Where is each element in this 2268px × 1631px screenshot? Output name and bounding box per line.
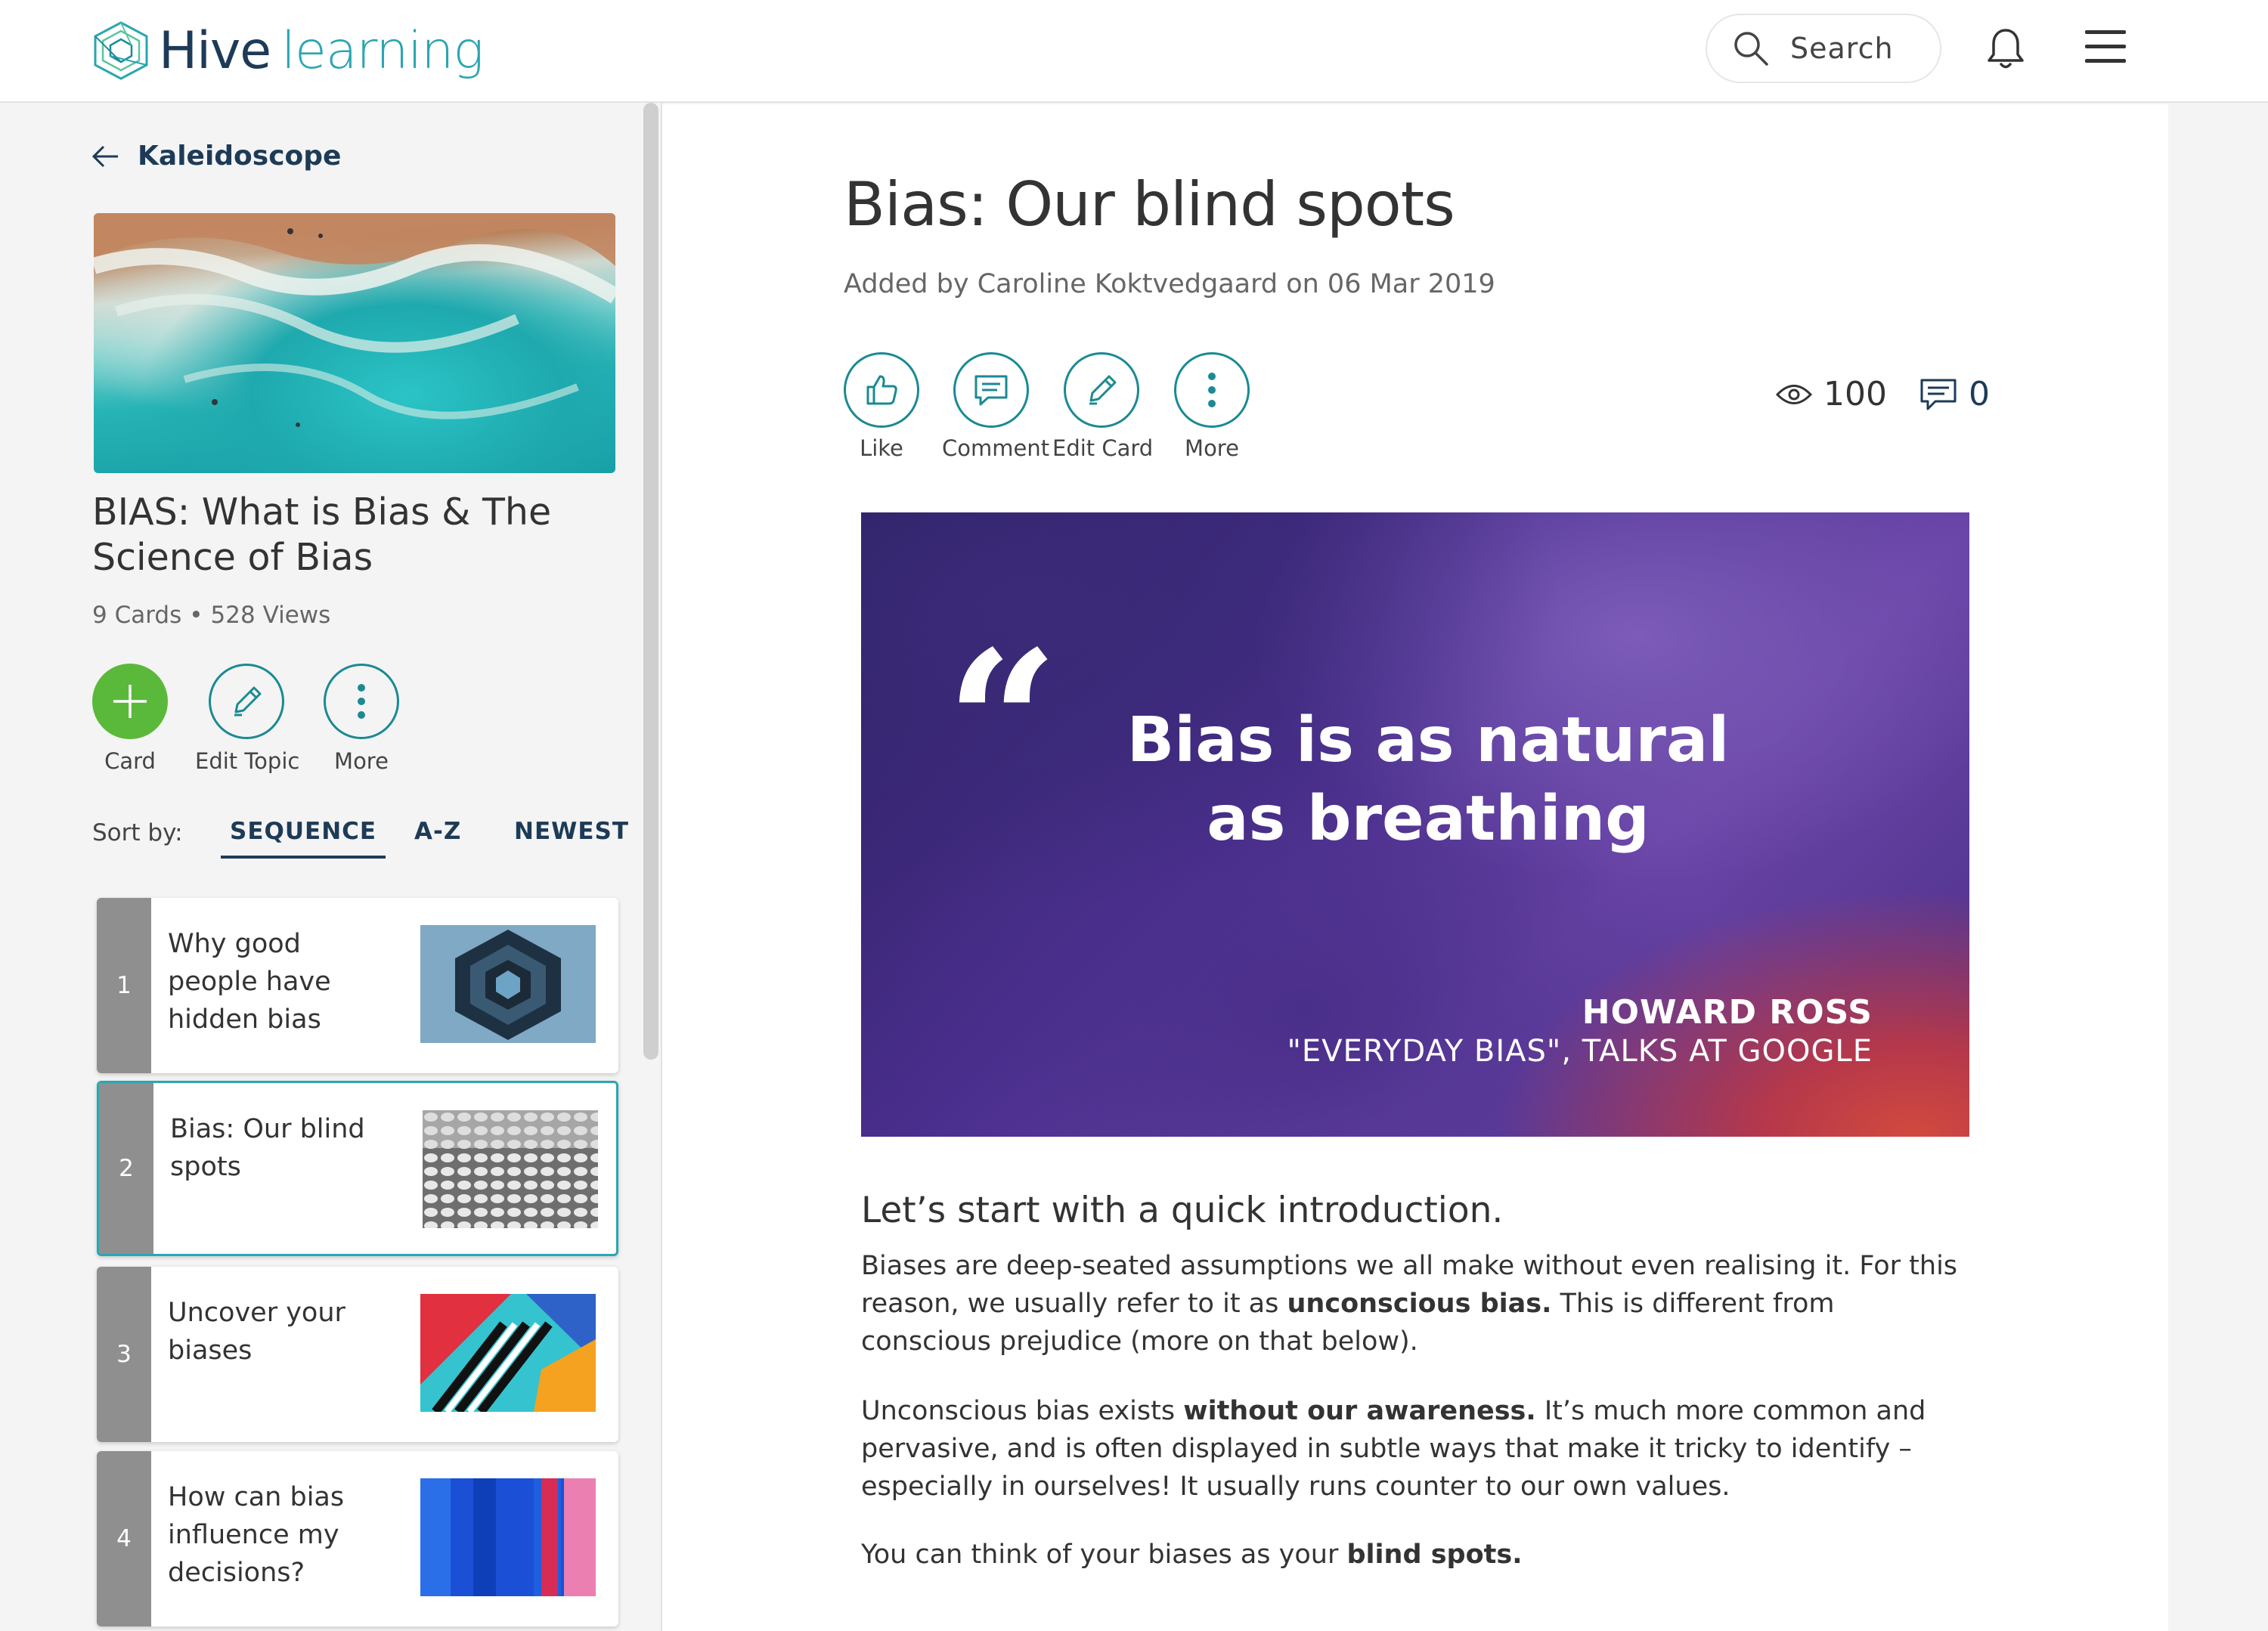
architecture-discs-illustration bbox=[423, 1110, 598, 1228]
body-paragraph-3: You can think of your biases as your bli… bbox=[861, 1540, 1523, 1570]
pencil-icon bbox=[1089, 375, 1117, 405]
card-number: 1 bbox=[97, 898, 151, 1073]
card-more-button[interactable]: More bbox=[1174, 352, 1250, 461]
search-icon bbox=[1734, 32, 1768, 66]
comment-count-icon bbox=[1920, 379, 1957, 410]
pencil-icon bbox=[234, 686, 262, 716]
quote-hero-image: “ Bias is as natural as breathing HOWARD… bbox=[861, 512, 1969, 1137]
card-title: Bias: Our blind spots bbox=[170, 1114, 365, 1182]
edit-card-label: Edit Card bbox=[1052, 435, 1154, 461]
back-link[interactable]: Kaleidoscope bbox=[91, 141, 341, 172]
body-paragraph-2: Unconscious bias exists without our awar… bbox=[861, 1396, 1926, 1502]
topic-more-button[interactable]: More bbox=[324, 664, 399, 774]
hero-quote-text: Bias is as natural as breathing bbox=[1126, 704, 1730, 855]
edit-card-button[interactable]: Edit Card bbox=[1052, 352, 1154, 461]
topic-more-label: More bbox=[334, 748, 389, 774]
views-count: 528 Views bbox=[210, 602, 331, 629]
cards-count: 9 Cards bbox=[92, 602, 182, 629]
like-circle[interactable] bbox=[844, 352, 919, 428]
intro-heading: Let’s start with a quick introduction. bbox=[861, 1190, 1504, 1231]
hero-quote-source: "EVERYDAY BIAS", TALKS AT GOOGLE bbox=[1287, 1034, 1873, 1069]
back-link-label: Kaleidoscope bbox=[138, 141, 342, 172]
top-header: Hive learning Search bbox=[0, 0, 2268, 103]
notifications-bell-icon[interactable] bbox=[1985, 27, 2026, 71]
colorful-mural-illustration bbox=[420, 1294, 596, 1412]
painted-wall-illustration bbox=[420, 1478, 596, 1596]
hamburger-menu-icon[interactable] bbox=[2085, 30, 2126, 63]
logo-text-hive: Hive bbox=[159, 20, 271, 81]
sort-tab-newest[interactable]: NEWEST bbox=[514, 818, 629, 845]
comments-stat[interactable]: 0 bbox=[1919, 375, 1990, 413]
hive-learning-logo[interactable]: Hive learning bbox=[92, 18, 484, 83]
edit-topic-button[interactable]: Edit Topic bbox=[195, 664, 300, 774]
hexagon-stairwell-illustration bbox=[420, 925, 596, 1043]
meta-separator: • bbox=[189, 602, 203, 629]
comment-icon bbox=[974, 375, 1008, 406]
card-thumbnail bbox=[420, 1478, 596, 1596]
topic-title: BIAS: What is Bias & The Science of Bias bbox=[92, 491, 552, 579]
card-number: 4 bbox=[97, 1451, 151, 1626]
sort-tab-a-z[interactable]: A-Z bbox=[414, 818, 461, 845]
hero-quote-author: HOWARD ROSS bbox=[1582, 993, 1873, 1032]
hive-logo-icon bbox=[94, 21, 148, 80]
topic-cover-image bbox=[94, 213, 615, 473]
beach-aerial-illustration bbox=[94, 213, 615, 427]
like-label: Like bbox=[860, 435, 903, 461]
comments-count-value: 0 bbox=[1969, 375, 1990, 413]
edit-topic-label: Edit Topic bbox=[195, 748, 300, 774]
card-thumbnail bbox=[423, 1110, 598, 1228]
arrow-left-icon bbox=[91, 145, 118, 167]
card-thumbnail bbox=[420, 1294, 596, 1412]
added-by-text: Added by Caroline Koktvedgaard on 06 Mar… bbox=[844, 269, 1495, 299]
add-card-button[interactable]: Card bbox=[92, 664, 168, 774]
plus-icon bbox=[113, 685, 147, 718]
views-count-value: 100 bbox=[1823, 375, 1887, 413]
card-list-item[interactable]: 4 How can bias influence my decisions? bbox=[97, 1451, 618, 1626]
card-list-item[interactable]: 1 Why good people have hidden bias bbox=[97, 898, 618, 1073]
comment-circle[interactable] bbox=[953, 352, 1029, 428]
sort-by-label: Sort by: bbox=[92, 819, 183, 846]
card-title: How can bias influence my decisions? bbox=[168, 1482, 345, 1588]
card-more-label: More bbox=[1185, 435, 1239, 461]
topic-more-circle[interactable] bbox=[324, 664, 399, 739]
card-list-item[interactable]: 3 Uncover your biases bbox=[97, 1267, 618, 1442]
comment-button[interactable]: Comment bbox=[942, 352, 1050, 461]
add-card-circle[interactable] bbox=[92, 664, 168, 739]
edit-card-circle[interactable] bbox=[1064, 352, 1139, 428]
card-title-heading: Bias: Our blind spots bbox=[844, 169, 1455, 240]
card-number: 2 bbox=[99, 1083, 153, 1254]
more-vertical-icon bbox=[358, 684, 365, 719]
eye-icon bbox=[1775, 384, 1813, 404]
sidebar-scrollbar[interactable] bbox=[643, 103, 658, 1060]
edit-topic-circle[interactable] bbox=[209, 664, 284, 739]
body-paragraph-1: Biases are deep-seated assumptions we al… bbox=[861, 1251, 1958, 1357]
sort-tab-sequence[interactable]: SEQUENCE bbox=[221, 818, 386, 859]
search-button[interactable]: Search bbox=[1706, 14, 1941, 83]
topic-meta: 9 Cards • 528 Views bbox=[92, 602, 330, 629]
card-list-item-selected[interactable]: 2 Bias: Our blind spots bbox=[97, 1081, 618, 1256]
more-vertical-icon bbox=[1208, 373, 1216, 407]
card-thumbnail bbox=[420, 925, 596, 1043]
add-card-label: Card bbox=[104, 748, 156, 774]
views-stat: 100 bbox=[1775, 375, 1887, 413]
card-number: 3 bbox=[97, 1267, 151, 1442]
quote-mark-icon: “ bbox=[946, 608, 1059, 839]
logo-text-learning: learning bbox=[281, 20, 484, 81]
card-title: Why good people have hidden bias bbox=[168, 929, 331, 1035]
comment-label: Comment bbox=[942, 435, 1050, 461]
thumbs-up-icon bbox=[866, 375, 897, 405]
search-label: Search bbox=[1790, 32, 1894, 65]
card-more-circle[interactable] bbox=[1174, 352, 1250, 428]
card-title: Uncover your biases bbox=[168, 1298, 345, 1366]
like-button[interactable]: Like bbox=[844, 352, 919, 461]
